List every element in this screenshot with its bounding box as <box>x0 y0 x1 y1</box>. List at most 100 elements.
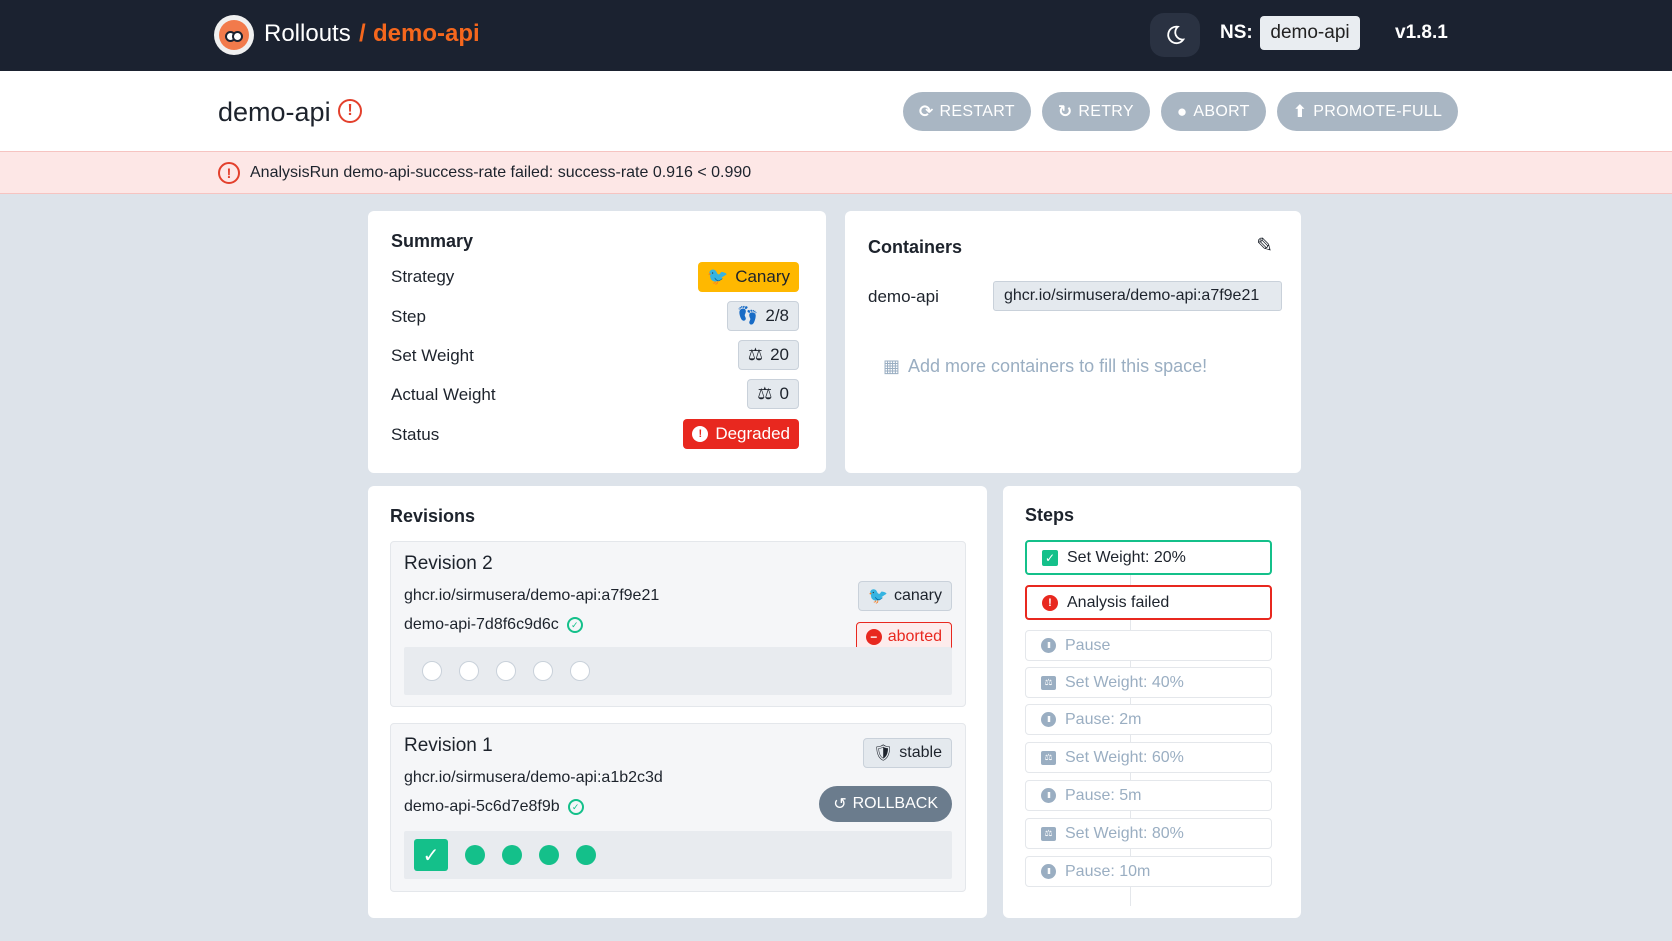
pod-ready[interactable] <box>502 845 522 865</box>
shield-icon: 🛡 <box>872 745 894 762</box>
step-item[interactable]: II Pause: 2m <box>1025 704 1272 735</box>
shoe-prints-icon: 👣 <box>737 306 759 325</box>
step-label: Set Weight: 80% <box>1065 824 1184 842</box>
pod-ready[interactable] <box>539 845 559 865</box>
weight-icon: ⚖ <box>1041 750 1056 765</box>
summary-card: Summary Strategy 🐦 Canary Step 👣 2/8 Set… <box>368 211 826 473</box>
top-navbar: Rollouts / demo-api NS: demo-api v1.8.1 <box>0 0 1672 71</box>
status-badge: ! Degraded <box>683 419 799 449</box>
dark-mode-toggle[interactable] <box>1150 13 1200 57</box>
revision-title: Revision 2 <box>404 553 493 574</box>
revision-image: ghcr.io/sirmusera/demo-api:a1b2c3d <box>404 769 663 786</box>
pod-ready[interactable] <box>576 845 596 865</box>
canary-tag: 🐦 canary <box>858 581 952 611</box>
rollout-title-bar: demo-api ! ⟳ RESTART ↻ RETRY ● ABORT ⬆ P… <box>0 71 1672 151</box>
pause-icon: II <box>1041 712 1056 727</box>
actual-weight-badge: ⚖ 0 <box>747 379 799 409</box>
set-weight-label: Set Weight <box>391 346 474 365</box>
step-item[interactable]: ✓ Set Weight: 20% <box>1025 540 1272 575</box>
abort-label: ABORT <box>1193 102 1250 120</box>
steps-title: Steps <box>1025 505 1075 525</box>
abort-button[interactable]: ● ABORT <box>1160 92 1266 131</box>
status-value: Degraded <box>715 424 790 443</box>
balance-scale-icon: ⚖ <box>757 384 773 403</box>
argo-logo-icon[interactable] <box>214 15 254 55</box>
step-item[interactable]: ! Analysis failed <box>1025 585 1272 620</box>
containers-hint-text: Add more containers to fill this space! <box>908 356 1208 376</box>
strategy-badge: 🐦 Canary <box>698 262 799 292</box>
breadcrumb-separator: / <box>359 20 366 47</box>
container-image: ghcr.io/sirmusera/demo-api:a7f9e21 <box>993 281 1282 311</box>
status-label: Status <box>391 425 440 444</box>
pod-pending[interactable] <box>570 661 590 681</box>
containers-hint: ▦ Add more containers to fill this space… <box>883 356 1207 377</box>
step-label: Set Weight: 40% <box>1065 673 1184 691</box>
degraded-alert-icon: ! <box>338 99 362 123</box>
step-item[interactable]: II Pause <box>1025 630 1272 661</box>
undo-icon: ↺ <box>833 796 847 813</box>
namespace-input[interactable]: demo-api <box>1260 16 1360 50</box>
bird-icon: 🐦 <box>707 267 729 286</box>
stable-tag-label: stable <box>899 744 942 761</box>
sync-icon: ⟳ <box>919 101 934 121</box>
error-icon: ! <box>218 162 240 184</box>
step-label: Pause: 2m <box>1065 710 1142 728</box>
check-circle-icon: ✓ <box>567 799 584 815</box>
pod-pending[interactable] <box>422 661 442 681</box>
version-label: v1.8.1 <box>1395 22 1448 43</box>
step-item[interactable]: ⚖ Set Weight: 60% <box>1025 742 1272 773</box>
step-item[interactable]: II Pause: 10m <box>1025 856 1272 887</box>
pause-icon: II <box>1041 788 1056 803</box>
pause-icon: II <box>1041 638 1056 653</box>
promote-full-label: PROMOTE-FULL <box>1313 102 1443 120</box>
retry-button[interactable]: ↻ RETRY <box>1041 92 1150 131</box>
revision-title: Revision 1 <box>404 735 493 756</box>
set-weight-value: 20 <box>770 345 789 364</box>
container-name: demo-api <box>868 287 939 306</box>
step-value: 2/8 <box>765 306 789 325</box>
step-label: Pause: 5m <box>1065 786 1142 804</box>
replicaset-row: demo-api-5c6d7e8f9b ✓ <box>404 798 584 816</box>
step-item[interactable]: ⚖ Set Weight: 80% <box>1025 818 1272 849</box>
brand-title[interactable]: Rollouts <box>264 20 351 48</box>
namespace-label: NS: <box>1220 22 1253 43</box>
exclamation-circle-icon: ● <box>1176 101 1188 121</box>
pods-strip <box>404 647 952 695</box>
summary-title: Summary <box>391 231 474 251</box>
revisions-card: Revisions Revision 2 ghcr.io/sirmusera/d… <box>368 486 987 918</box>
check-circle-icon: ✓ <box>566 617 583 633</box>
pencil-icon[interactable]: ✎ <box>1256 233 1273 258</box>
containers-card: Containers ✎ demo-api ghcr.io/sirmusera/… <box>845 211 1301 473</box>
check-square-icon: ✓ <box>1042 549 1058 566</box>
arrow-up-circle-icon: ⬆ <box>1292 101 1308 121</box>
pod-ready[interactable] <box>465 845 485 865</box>
pod-pending[interactable] <box>496 661 516 681</box>
replicaset-name: demo-api-5c6d7e8f9b <box>404 798 560 815</box>
pod-pending[interactable] <box>533 661 553 681</box>
breadcrumb-app-name: demo-api <box>373 20 480 47</box>
revision-image: ghcr.io/sirmusera/demo-api:a7f9e21 <box>404 587 660 604</box>
check-icon: ✓ <box>414 839 448 871</box>
restart-label: RESTART <box>939 102 1015 120</box>
analysis-failed-banner: ! AnalysisRun demo-api-success-rate fail… <box>0 151 1672 194</box>
revisions-title: Revisions <box>390 506 476 526</box>
redo-icon: ↻ <box>1057 101 1073 121</box>
boxes-icon: ▦ <box>883 356 901 376</box>
revision-2-panel: Revision 2 ghcr.io/sirmusera/demo-api:a7… <box>390 541 966 707</box>
page-title: demo-api <box>218 97 331 127</box>
aborted-tag-label: aborted <box>887 628 942 645</box>
pod-pending[interactable] <box>459 661 479 681</box>
step-badge: 👣 2/8 <box>727 301 799 331</box>
alert-message: AnalysisRun demo-api-success-rate failed… <box>250 164 752 181</box>
restart-button[interactable]: ⟳ RESTART <box>903 92 1031 131</box>
actual-weight-label: Actual Weight <box>391 385 496 404</box>
promote-full-button[interactable]: ⬆ PROMOTE-FULL <box>1276 92 1459 131</box>
weight-icon: ⚖ <box>1041 675 1056 690</box>
step-label: Pause <box>1065 636 1111 654</box>
stable-tag: 🛡 stable <box>862 738 952 768</box>
replicaset-row: demo-api-7d8f6c9d6c ✓ <box>404 616 583 634</box>
pods-strip: ✓ <box>404 831 952 879</box>
step-item[interactable]: ⚖ Set Weight: 40% <box>1025 667 1272 698</box>
rollback-button[interactable]: ↺ ROLLBACK <box>819 786 952 822</box>
step-item[interactable]: II Pause: 5m <box>1025 780 1272 811</box>
